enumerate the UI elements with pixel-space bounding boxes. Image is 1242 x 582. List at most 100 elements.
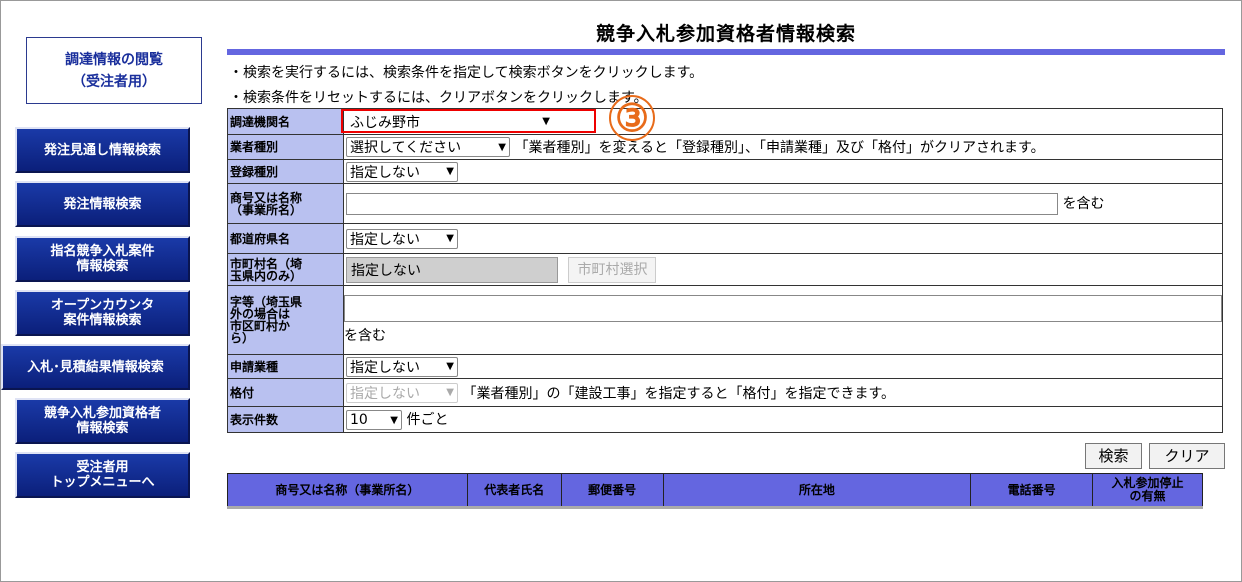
row-business-type: 業者種別 選択してください ▼ 「業者種別」を変えると「登録種別」、「申請業種」… bbox=[227, 134, 1223, 160]
display-count-suffix: 件ごと bbox=[406, 412, 449, 428]
nav-bid-result-search[interactable]: 入札･見積結果情報検索 bbox=[1, 344, 190, 390]
prefecture-select-value: 指定しない bbox=[350, 231, 420, 248]
company-name-label: 商号又は名称 （事業所名） bbox=[227, 183, 344, 224]
rating-cell: 指定しない ▼ 「業者種別」の「建設工事」を指定すると「格付」を指定できます。 bbox=[343, 378, 1223, 407]
municipality-select-button[interactable]: 市町村選択 bbox=[568, 256, 657, 283]
nav-label: 発注情報検索 bbox=[63, 196, 142, 212]
rating-select[interactable]: 指定しない ▼ bbox=[346, 382, 458, 403]
prefecture-cell: 指定しない ▼ bbox=[343, 223, 1223, 254]
chevron-down-icon: ▼ bbox=[446, 166, 454, 177]
search-form: 調達機関名 ふじみ野市 ▼ 業者種別 選択してください ▼ 「業者種別」を変える… bbox=[227, 108, 1223, 433]
district-input[interactable] bbox=[344, 295, 1222, 322]
row-district: 字等（埼玉県 外の場合は 市区町村か ら） を含む bbox=[227, 285, 1223, 355]
business-type-label: 業者種別 bbox=[227, 134, 344, 160]
rating-select-value: 指定しない bbox=[350, 385, 420, 402]
page-title: 競争入札参加資格者情報検索 bbox=[595, 23, 856, 45]
agency-label: 調達機関名 bbox=[227, 108, 344, 135]
nav-label: 競争入札参加資格者 bbox=[43, 406, 161, 421]
nav-label: 入札･見積結果情報検索 bbox=[27, 359, 164, 375]
col-postal-code: 郵便番号 bbox=[560, 473, 664, 507]
display-count-label: 表示件数 bbox=[227, 406, 344, 433]
prefecture-label: 都道府県名 bbox=[227, 223, 344, 254]
nav-top-menu[interactable]: 受注者用 トップメニューへ bbox=[15, 452, 190, 498]
display-count-select[interactable]: 10 ▼ bbox=[346, 410, 402, 430]
results-table: 商号又は名称（事業所名） 代表者氏名 郵便番号 所在地 電話番号 入札参加停止 … bbox=[227, 473, 1203, 507]
application-industry-label: 申請業種 bbox=[227, 354, 344, 379]
row-prefecture: 都道府県名 指定しない ▼ bbox=[227, 223, 1223, 254]
row-rating: 格付 指定しない ▼ 「業者種別」の「建設工事」を指定すると「格付」を指定できま… bbox=[227, 378, 1223, 407]
application-industry-select[interactable]: 指定しない ▼ bbox=[346, 356, 458, 377]
nav-designated-bid-search[interactable]: 指名競争入札案件 情報検索 bbox=[15, 236, 190, 282]
clear-button[interactable]: クリア bbox=[1149, 443, 1225, 469]
prefecture-select[interactable]: 指定しない ▼ bbox=[346, 228, 458, 249]
row-municipality: 市町村名（埼 玉県内のみ） 指定しない 市町村選択 bbox=[227, 253, 1223, 286]
municipality-label: 市町村名（埼 玉県内のみ） bbox=[227, 253, 344, 286]
nav-open-counter-search[interactable]: オープンカウンタ 案件情報検索 bbox=[15, 290, 190, 336]
chevron-down-icon: ▼ bbox=[390, 414, 398, 426]
business-type-cell: 選択してください ▼ 「業者種別」を変えると「登録種別」、「申請業種」及び「格付… bbox=[343, 134, 1223, 160]
rating-label: 格付 bbox=[227, 378, 344, 407]
search-button[interactable]: 検索 bbox=[1085, 443, 1142, 469]
nav-label: 指名競争入札案件 bbox=[50, 244, 155, 259]
registration-type-select-value: 指定しない bbox=[350, 164, 420, 181]
step-number-badge: ③ bbox=[609, 95, 655, 141]
registration-type-label: 登録種別 bbox=[227, 159, 344, 184]
district-label: 字等（埼玉県 外の場合は 市区町村か ら） bbox=[227, 285, 344, 355]
nav-label: 情報検索 bbox=[76, 259, 129, 274]
row-registration-type: 登録種別 指定しない ▼ bbox=[227, 159, 1223, 184]
label-line: 玉県内のみ） bbox=[230, 268, 303, 283]
label-line: 商号又は名称 bbox=[230, 190, 303, 205]
results-header-row: 商号又は名称（事業所名） 代表者氏名 郵便番号 所在地 電話番号 入札参加停止 … bbox=[227, 473, 1203, 507]
row-application-industry: 申請業種 指定しない ▼ bbox=[227, 354, 1223, 379]
col-phone: 電話番号 bbox=[970, 473, 1094, 507]
col-label-line: の有無 bbox=[1129, 489, 1166, 503]
municipality-display: 指定しない bbox=[346, 256, 558, 283]
district-suffix: を含む bbox=[344, 328, 386, 344]
display-count-cell: 10 ▼ 件ごと bbox=[343, 406, 1223, 433]
chevron-down-icon: ▼ bbox=[446, 233, 454, 244]
chevron-down-icon: ▼ bbox=[446, 387, 454, 398]
municipality-cell: 指定しない 市町村選択 bbox=[343, 253, 1223, 286]
nav-label: 案件情報検索 bbox=[63, 313, 142, 328]
brand-subtitle: （受注者用） bbox=[72, 73, 156, 90]
nav-order-forecast-search[interactable]: 発注見通し情報検索 bbox=[15, 127, 190, 173]
nav-qualified-bidder-search[interactable]: 競争入札参加資格者 情報検索 bbox=[15, 398, 190, 444]
results-bottom-rule bbox=[227, 506, 1203, 509]
col-company-name: 商号又は名称（事業所名） bbox=[227, 473, 468, 507]
row-display-count: 表示件数 10 ▼ 件ごと bbox=[227, 406, 1223, 433]
chevron-down-icon: ▼ bbox=[498, 141, 506, 153]
brand-box: 調達情報の閲覧 （受注者用） bbox=[26, 37, 202, 104]
registration-type-select[interactable]: 指定しない ▼ bbox=[346, 161, 458, 182]
sidebar: 調達情報の閲覧 （受注者用） bbox=[15, 37, 203, 104]
col-representative: 代表者氏名 bbox=[466, 473, 562, 507]
brand-title: 調達情報の閲覧 bbox=[65, 51, 163, 68]
col-suspension: 入札参加停止 の有無 bbox=[1092, 473, 1203, 507]
nav-order-info-search[interactable]: 発注情報検索 bbox=[15, 181, 190, 227]
business-type-select[interactable]: 選択してください ▼ bbox=[346, 137, 510, 157]
instruction-search: ・検索を実行するには、検索条件を指定して検索ボタンをクリックします。 bbox=[229, 65, 704, 81]
business-type-hint: 「業者種別」を変えると「登録種別」、「申請業種」及び「格付」がクリアされます。 bbox=[514, 140, 1045, 156]
instruction-clear: ・検索条件をリセットするには、クリアボタンをクリックします。 bbox=[229, 90, 648, 106]
rating-hint: 「業者種別」の「建設工事」を指定すると「格付」を指定できます。 bbox=[462, 385, 896, 402]
company-name-cell: を含む bbox=[343, 183, 1223, 224]
business-type-select-value: 選択してください bbox=[350, 140, 462, 156]
col-address: 所在地 bbox=[662, 473, 972, 507]
nav-label: 発注見通し情報検索 bbox=[43, 142, 161, 158]
row-company-name: 商号又は名称 （事業所名） を含む bbox=[227, 183, 1223, 224]
label-line: ら） bbox=[230, 331, 255, 345]
nav-label: トップメニューへ bbox=[50, 475, 155, 490]
district-cell: を含む bbox=[343, 285, 1223, 355]
nav-label: オープンカウンタ bbox=[50, 298, 155, 313]
label-line: （事業所名） bbox=[230, 202, 303, 217]
nav-label: 受注者用 bbox=[76, 460, 129, 475]
display-count-select-value: 10 bbox=[350, 412, 368, 428]
title-rule bbox=[227, 49, 1225, 55]
application-industry-select-value: 指定しない bbox=[350, 359, 420, 376]
label-line: 市町村名（埼 bbox=[230, 256, 303, 271]
registration-type-cell: 指定しない ▼ bbox=[343, 159, 1223, 184]
company-name-input[interactable] bbox=[346, 192, 1058, 215]
application-industry-cell: 指定しない ▼ bbox=[343, 354, 1223, 379]
highlight-box bbox=[341, 109, 596, 133]
nav-label: 情報検索 bbox=[76, 421, 129, 436]
chevron-down-icon: ▼ bbox=[446, 361, 454, 372]
